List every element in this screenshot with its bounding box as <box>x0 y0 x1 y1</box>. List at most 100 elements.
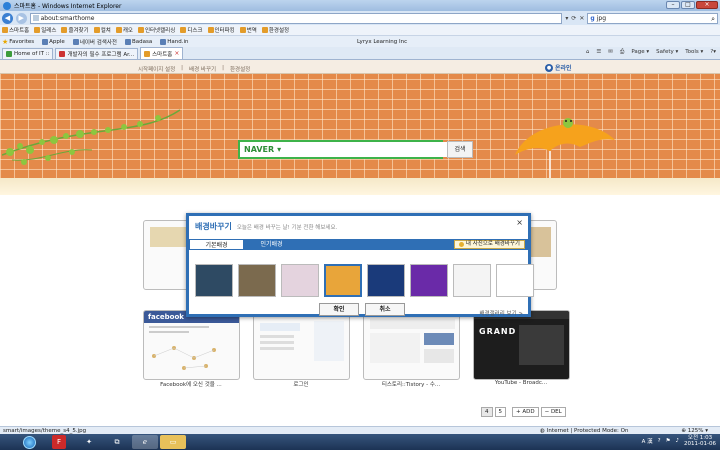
search-icon[interactable]: ⌕ <box>711 15 715 24</box>
safety-menu[interactable]: Safety ▾ <box>656 49 678 56</box>
settings-link[interactable]: 환경설정 <box>230 65 250 73</box>
dialog-title: 배경바꾸기 <box>195 222 232 231</box>
background-swatch[interactable] <box>367 264 405 297</box>
forward-button[interactable]: ▶ <box>15 12 27 24</box>
ime-indicator[interactable]: A 漢 <box>642 437 653 445</box>
tab-home-of-it[interactable]: Home of IT :: <box>2 48 54 59</box>
page-5-button[interactable]: 5 <box>494 407 506 417</box>
tab-popular-backgrounds[interactable]: 인기배경 <box>244 239 299 250</box>
network-taskbar-icon[interactable]: ⧉ <box>104 435 130 449</box>
favorite-icon <box>160 38 167 45</box>
link-item[interactable]: 일레스 <box>34 26 56 34</box>
thumb-caption-login: 로그인 <box>293 382 309 388</box>
link-item[interactable]: 컬쳐 <box>93 26 111 34</box>
back-button[interactable]: ◀ <box>2 12 13 24</box>
volume-icon[interactable]: ♪ <box>676 438 680 444</box>
window-controls: – □ × <box>666 1 718 9</box>
ie-icon <box>3 1 11 10</box>
background-swatch[interactable] <box>324 264 362 297</box>
status-text: smart/images/theme_s4_5.jpg <box>3 427 87 434</box>
tab-smarthome[interactable]: 스마트홈 × <box>140 47 184 59</box>
thumbnail-tistory[interactable] <box>363 310 460 380</box>
dropdown-icon[interactable]: ▾ <box>565 15 568 22</box>
window-title: 스마트홈 - Windows Internet Explorer <box>14 3 122 10</box>
thumbnail-facebook[interactable]: facebook <box>143 310 240 380</box>
favorite-item-lyryx[interactable]: Lyryx Learning Inc <box>357 39 407 45</box>
background-swatch[interactable] <box>410 264 448 297</box>
background-gallery-link[interactable]: 배경갤러리 보기 > <box>479 309 523 317</box>
flash-taskbar-icon[interactable]: F <box>52 435 66 449</box>
tab-default-backgrounds[interactable]: 기본배경 <box>189 239 244 250</box>
link-icon <box>34 27 41 33</box>
minimize-button[interactable]: – <box>666 1 680 9</box>
link-item[interactable]: 번역 <box>239 26 257 34</box>
favorites-button[interactable]: ★ Favorites <box>2 38 34 46</box>
maximize-button[interactable]: □ <box>681 1 695 9</box>
background-swatch[interactable] <box>238 264 276 297</box>
title-bar: 스마트홈 - Windows Internet Explorer – □ × <box>0 0 720 11</box>
stop-icon[interactable]: ✕ <box>579 15 584 22</box>
cancel-button[interactable]: 취소 <box>365 303 405 316</box>
address-field[interactable]: about:smarthome <box>29 12 563 24</box>
delete-button[interactable]: − DEL <box>540 407 566 417</box>
feeds-icon[interactable]: ☰ <box>596 49 601 56</box>
link-item[interactable]: 인터넷캘리싱 <box>137 26 175 34</box>
tools-menu[interactable]: Tools ▾ <box>685 49 703 56</box>
background-swatch[interactable] <box>281 264 319 297</box>
home-icon[interactable]: ⌂ <box>586 49 590 56</box>
background-swatch[interactable] <box>195 264 233 297</box>
link-item[interactable]: 스마트홈 <box>2 26 29 34</box>
change-background-dialog: 배경바꾸기 오늘은 배경 바꾸는 날! 기분 전환 해보세요. × 기본배경 인… <box>186 213 534 317</box>
tab-developer[interactable]: 개발자의 필수 프로그램 Ar... <box>55 48 139 59</box>
link-item[interactable]: 캐오 <box>115 26 133 34</box>
zoom-level[interactable]: ⊕ 125% ▾ <box>681 428 708 434</box>
close-icon[interactable]: × <box>516 218 523 227</box>
help-icon[interactable]: ? <box>658 438 661 444</box>
close-window-button[interactable]: × <box>696 1 718 9</box>
mail-icon[interactable]: ✉ <box>608 49 613 56</box>
start-button[interactable] <box>20 434 38 450</box>
ground-strip <box>0 178 720 195</box>
online-icon: ● <box>545 63 553 72</box>
clock[interactable]: 오전 1:03 2011-01-06 <box>684 435 716 447</box>
thumbnail-youtube[interactable]: GRAND <box>473 310 570 380</box>
page-menu[interactable]: Page ▾ <box>631 49 649 56</box>
links-toolbar: 스마트홈 일레스 즐겨찾기 컬쳐 캐오 인터넷캘리싱 디스크 인터파킹 번역 환… <box>0 25 720 36</box>
search-button[interactable]: 검색 <box>447 141 473 158</box>
page-4-button[interactable]: 4 <box>481 407 493 417</box>
link-icon <box>115 27 122 33</box>
link-item[interactable]: 디스크 <box>180 26 203 34</box>
tab-favicon <box>6 51 12 57</box>
naver-search-input[interactable] <box>281 142 459 157</box>
set-homepage-link[interactable]: 시작페이지 설정 <box>138 65 175 73</box>
link-item[interactable]: 인터파킹 <box>207 26 235 34</box>
link-item[interactable]: 환경설정 <box>261 26 289 34</box>
print-icon[interactable]: ⎙ <box>620 49 624 56</box>
add-button[interactable]: + ADD <box>512 407 539 417</box>
thumb-caption-tistory: 티스토리::Tistory - 수... <box>381 382 441 388</box>
favorite-item[interactable]: 네이버 검색사전 <box>72 38 117 46</box>
help-menu[interactable]: ?▾ <box>710 49 716 56</box>
ok-button[interactable]: 확인 <box>319 303 359 316</box>
refresh-icon[interactable]: ⟳ <box>571 15 576 22</box>
thumbnail-login[interactable] <box>253 310 350 380</box>
online-status[interactable]: ● 온라인 <box>545 63 572 72</box>
favorite-item[interactable]: Apple <box>42 38 65 45</box>
link-item[interactable]: 즐겨찾기 <box>61 26 89 34</box>
naver-logo[interactable]: NAVER ▾ <box>240 142 281 157</box>
search-box[interactable]: g jpg ⌕ <box>587 12 718 24</box>
my-photo-background-button[interactable]: 내 사진으로 배경바꾸기 <box>453 240 525 249</box>
background-swatch[interactable] <box>453 264 491 297</box>
app-taskbar-icon[interactable]: ✦ <box>76 435 102 449</box>
favorite-item[interactable]: Badasa <box>124 38 152 45</box>
explorer-taskbar-icon[interactable]: ▭ <box>160 435 186 449</box>
favorite-item[interactable]: Hand.in <box>160 38 188 45</box>
search-value: jpg <box>596 14 607 22</box>
background-swatch[interactable] <box>496 264 534 297</box>
flag-icon[interactable]: ⚑ <box>666 438 671 444</box>
change-background-link[interactable]: 배경 바꾸기 <box>189 65 216 73</box>
background-swatches <box>195 264 534 297</box>
security-zone[interactable]: ◍ Internet | Protected Mode: On <box>540 428 628 434</box>
close-tab-icon[interactable]: × <box>174 50 179 57</box>
ie-taskbar-button[interactable]: ℯ <box>132 435 158 449</box>
